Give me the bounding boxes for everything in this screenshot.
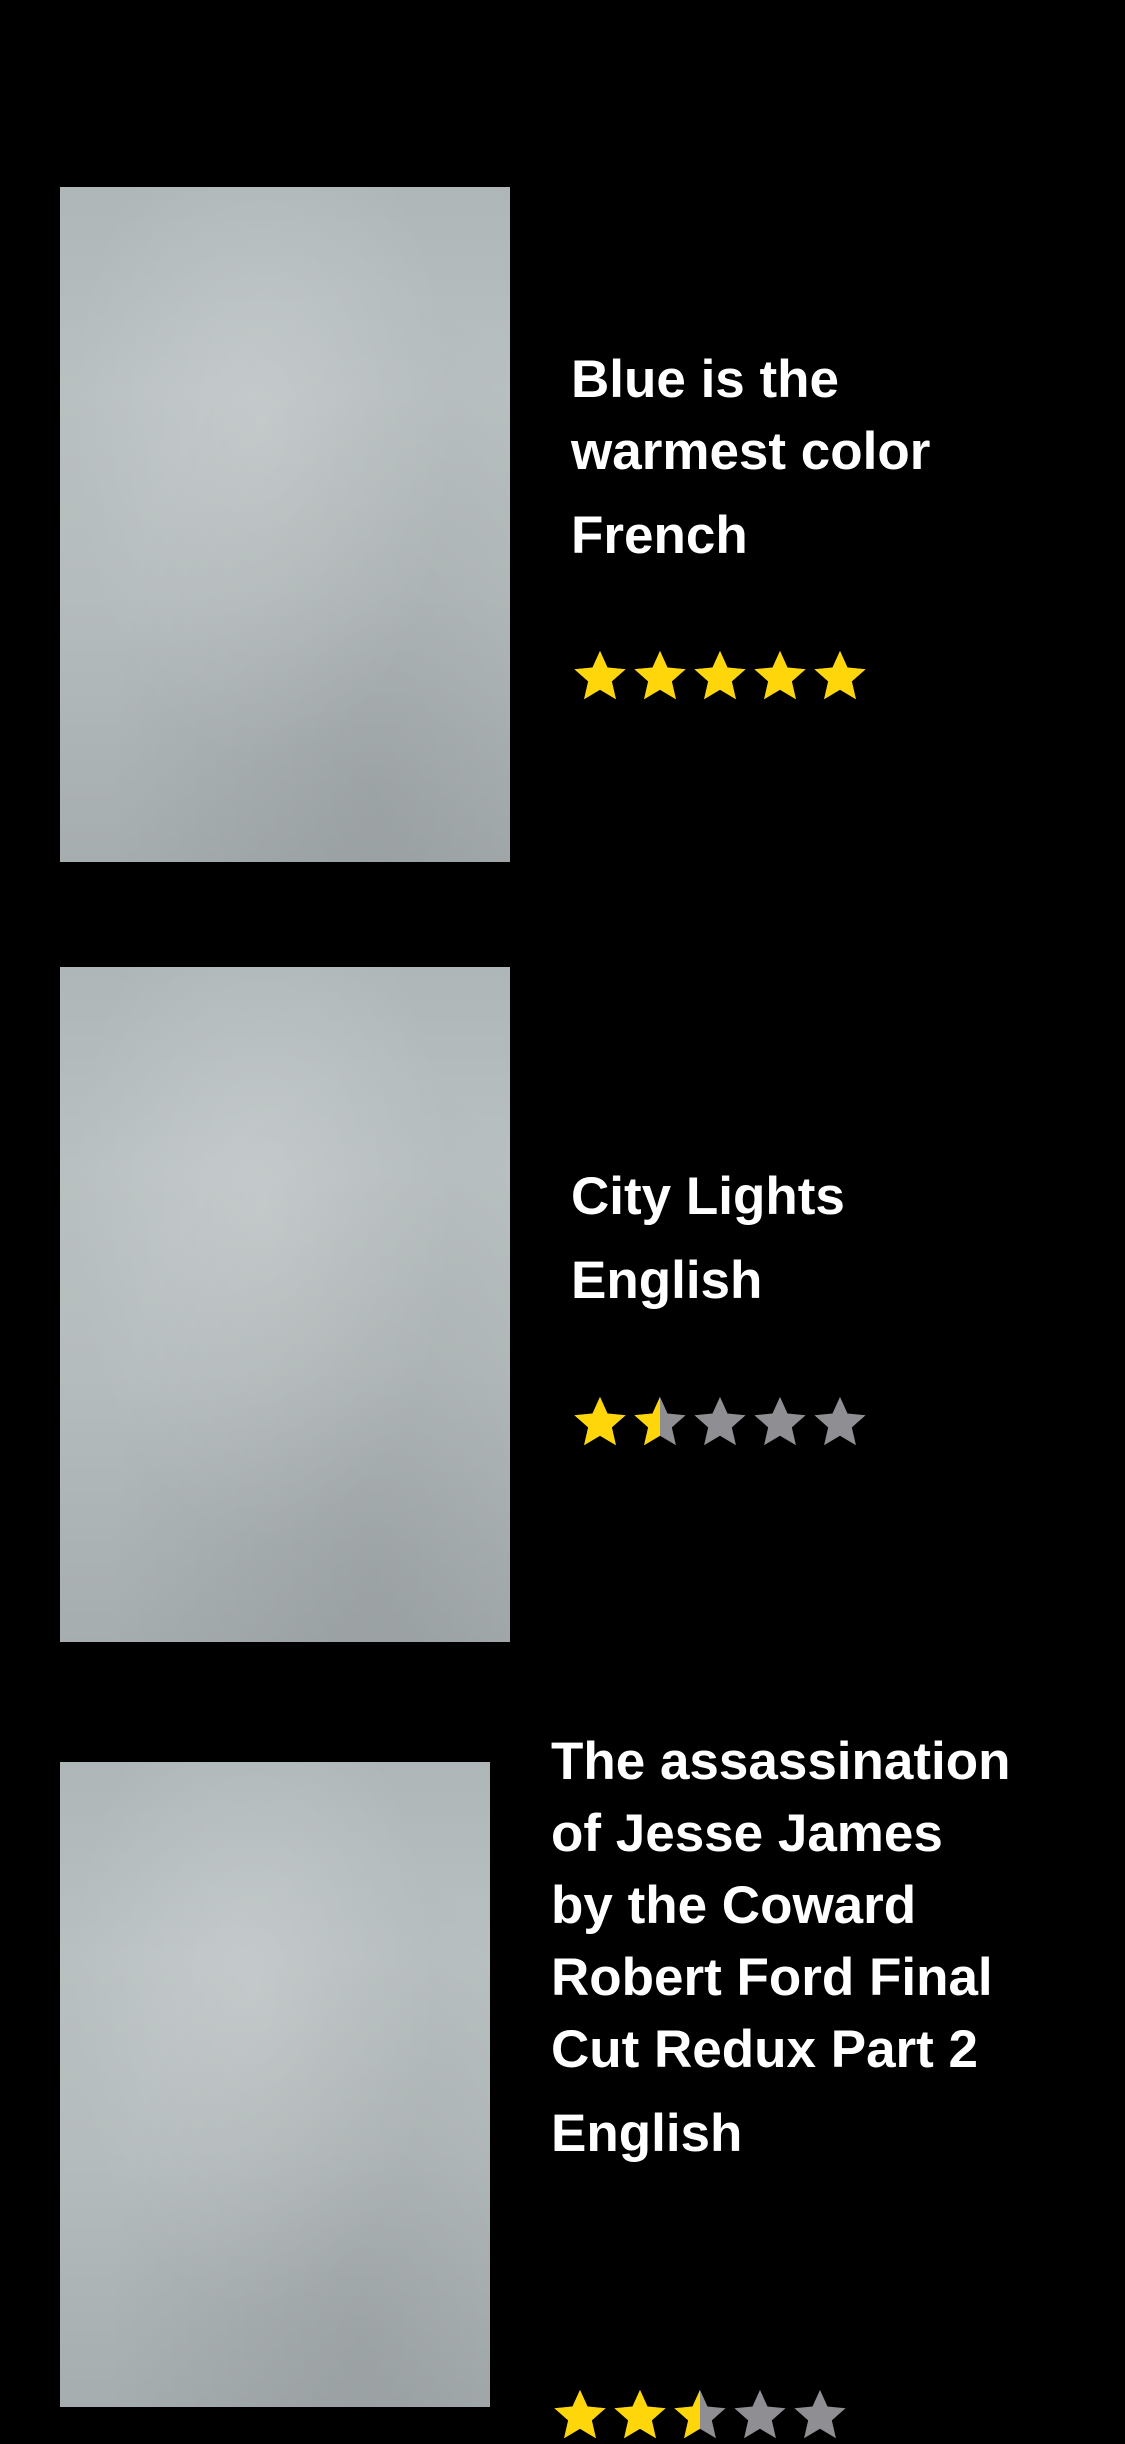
movie-title: The assassination of Jesse James by the … bbox=[551, 1732, 1011, 2079]
star-icon bbox=[574, 1396, 626, 1446]
movie-poster bbox=[60, 1762, 490, 2407]
movie-language: English bbox=[571, 1251, 763, 1310]
movie-list: Blue is the warmest color French City Li… bbox=[0, 0, 1125, 2439]
movie-row[interactable]: Blue is the warmest color French bbox=[0, 0, 1125, 900]
star-icon bbox=[614, 2389, 666, 2439]
star-icon bbox=[694, 1396, 746, 1446]
movie-language: French bbox=[571, 506, 748, 565]
star-icon bbox=[754, 650, 806, 700]
movie-poster bbox=[60, 967, 510, 1642]
movie-info: City Lights English bbox=[571, 1161, 1041, 1317]
star-icon bbox=[694, 650, 746, 700]
movie-info: Blue is the warmest color French bbox=[571, 344, 1041, 572]
star-icon bbox=[674, 2389, 726, 2439]
movie-title: Blue is the warmest color bbox=[571, 350, 931, 481]
movie-poster bbox=[60, 187, 510, 862]
star-icon bbox=[634, 1396, 686, 1446]
star-icon bbox=[794, 2389, 846, 2439]
star-icon bbox=[814, 650, 866, 700]
star-icon bbox=[574, 650, 626, 700]
star-icon bbox=[554, 2389, 606, 2439]
movie-row[interactable]: City Lights English bbox=[0, 900, 1125, 1700]
rating-stars bbox=[551, 2386, 849, 2444]
movie-title: City Lights bbox=[571, 1167, 845, 1226]
star-icon bbox=[734, 2389, 786, 2439]
rating-stars bbox=[571, 647, 869, 705]
movie-language: English bbox=[551, 2104, 743, 2163]
star-icon bbox=[634, 650, 686, 700]
star-icon bbox=[814, 1396, 866, 1446]
movie-row[interactable]: The assassination of Jesse James by the … bbox=[0, 1700, 1125, 2439]
movie-info: The assassination of Jesse James by the … bbox=[551, 1726, 1011, 2170]
rating-stars bbox=[571, 1393, 869, 1451]
star-icon bbox=[754, 1396, 806, 1446]
